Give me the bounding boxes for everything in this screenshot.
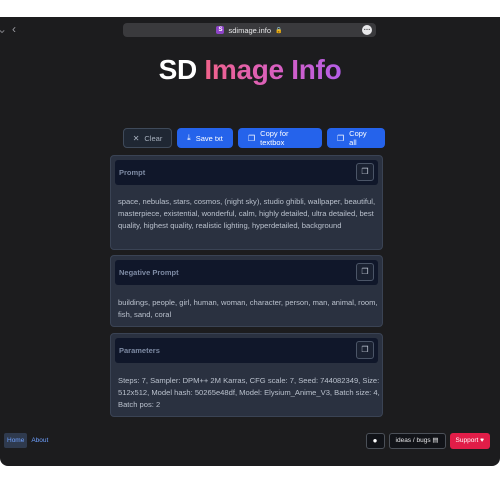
prompt-title: Prompt (119, 168, 146, 177)
close-icon: ✕ (132, 133, 140, 143)
about-link[interactable]: About (31, 437, 48, 444)
title-highlight: Image Info (204, 54, 342, 85)
browser-window: ⌄ ‹ S sdimage.info 🔒 … SD Image Info ✕ C… (0, 17, 500, 466)
negative-prompt-text: buildings, people, girl, human, woman, c… (118, 298, 378, 320)
copy-parameters-button[interactable]: ❐ (356, 341, 374, 359)
action-toolbar: ✕ Clear ⤓ Save txt ❐ Copy for textbox ❐ … (123, 128, 385, 148)
github-icon: ● (372, 436, 378, 445)
copy-textbox-label: Copy for textbox (260, 129, 289, 147)
clear-button[interactable]: ✕ Clear (123, 128, 172, 148)
clear-label: Clear (144, 133, 163, 143)
site-favicon: S (216, 26, 225, 34)
parameters-title: Parameters (119, 346, 160, 355)
parameters-header: Parameters ❐ (115, 338, 378, 363)
support-button[interactable]: Support ♥ (449, 433, 490, 449)
copy-icon: ❐ (337, 133, 345, 143)
copy-icon: ❐ (361, 345, 369, 354)
page-title: SD Image Info (0, 54, 500, 86)
copy-icon: ❐ (248, 133, 256, 143)
prompt-card: Prompt ❐ space, nebulas, stars, cosmos, … (110, 155, 383, 250)
prompt-header: Prompt ❐ (115, 160, 378, 185)
parameters-card: Parameters ❐ Steps: 7, Sampler: DPM++ 2M… (110, 333, 383, 417)
support-label: Support (455, 437, 479, 444)
ideas-bugs-label: ideas / bugs (395, 437, 431, 444)
negative-prompt-header: Negative Prompt ❐ (115, 260, 378, 285)
back-arrow-icon[interactable]: ‹ (12, 22, 16, 36)
footer-actions: ● ideas / bugs ▤ Support ♥ (365, 433, 490, 449)
browser-toolbar: ⌄ ‹ S sdimage.info 🔒 … (0, 17, 500, 43)
ideas-bugs-button[interactable]: ideas / bugs ▤ (388, 433, 446, 449)
home-link[interactable]: Home (4, 433, 28, 448)
copy-all-label: Copy all (349, 129, 367, 147)
title-prefix: SD (158, 54, 198, 85)
negative-prompt-card: Negative Prompt ❐ buildings, people, gir… (110, 255, 383, 327)
lock-icon: 🔒 (275, 27, 283, 34)
footer-nav: Home About (4, 433, 48, 448)
chevron-down-icon[interactable]: ⌄ (0, 22, 7, 36)
save-label: Save txt (195, 133, 223, 143)
heart-icon: ♥ (480, 437, 484, 444)
copy-negative-prompt-button[interactable]: ❐ (356, 263, 374, 281)
save-txt-button[interactable]: ⤓ Save txt (177, 128, 233, 148)
copy-icon: ❐ (361, 267, 369, 276)
negative-prompt-title: Negative Prompt (119, 268, 179, 277)
copy-icon: ❐ (361, 167, 369, 176)
address-bar[interactable]: S sdimage.info 🔒 … (123, 23, 376, 37)
copy-for-textbox-button[interactable]: ❐ Copy for textbox (238, 128, 322, 148)
more-icon[interactable]: … (362, 25, 372, 35)
copy-prompt-button[interactable]: ❐ (356, 163, 374, 181)
github-button[interactable]: ● (365, 433, 385, 449)
prompt-text: space, nebulas, stars, cosmos, (night sk… (118, 197, 376, 231)
download-icon: ⤓ (187, 133, 191, 142)
copy-all-button[interactable]: ❐ Copy all (327, 128, 385, 148)
url-text: sdimage.info (228, 25, 272, 35)
notepad-icon: ▤ (432, 437, 439, 444)
parameters-text: Steps: 7, Sampler: DPM++ 2M Karras, CFG … (118, 376, 380, 410)
